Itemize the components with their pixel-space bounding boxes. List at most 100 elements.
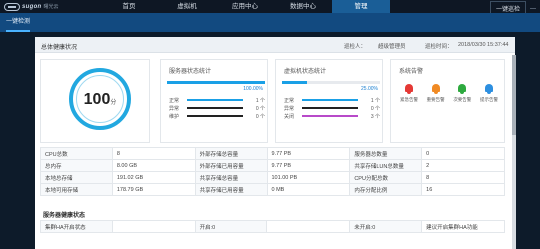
- nav-item-vm[interactable]: 虚拟机: [158, 0, 216, 13]
- host-status-bar-fill: [167, 81, 265, 84]
- inspector-label: 巡检人：: [344, 44, 367, 50]
- inspector-value: 超级管理员: [378, 44, 406, 50]
- table-value: 191.02 GB: [111, 171, 196, 184]
- vm-status-value: 1 个: [370, 97, 380, 104]
- alarm-label: 重要告警: [426, 97, 445, 102]
- table-key: 共享存储总容量: [194, 171, 268, 184]
- top-nav-bar: sugon 曙光云 首页 虚拟机 应用中心 数据中心 管理 一键巡检 —: [0, 0, 540, 16]
- alarm-major[interactable]: 重要告警: [424, 82, 448, 103]
- vm-status-bar-fill: [282, 81, 307, 84]
- table-value: 16: [421, 183, 505, 196]
- vm-status-label: 正常: [284, 97, 295, 104]
- health-score-gauge: 100分: [69, 68, 131, 130]
- table-row: 本地总存储 191.02 GB 共享存储总容量 101.00 PB CPU分配总…: [40, 171, 505, 184]
- vm-status-value: 0 个: [370, 105, 380, 112]
- table-key: 服务器总数量: [349, 147, 423, 160]
- table-row: 总内存 8.00 GB 外部存储已用容量 9.77 PB 共享存储LUN总数量 …: [40, 159, 505, 172]
- tab-one-click-check[interactable]: 一键检测: [6, 13, 31, 32]
- main-nav: 首页 虚拟机 应用中心 数据中心 管理: [100, 0, 390, 13]
- table-value: 9.77 PB: [266, 147, 351, 160]
- nav-item-app-center[interactable]: 应用中心: [216, 0, 274, 13]
- vm-status-label: 关闭: [284, 113, 295, 120]
- bell-icon: [405, 84, 413, 94]
- time-label: 巡检时间：: [425, 44, 453, 50]
- alarm-label: 提示告警: [479, 97, 498, 102]
- host-status-row: 维护 0 个: [169, 112, 265, 120]
- report-title: 总体健康状况: [41, 45, 78, 51]
- alarm-hint[interactable]: 提示告警: [477, 82, 501, 103]
- vm-status-line: [302, 107, 358, 109]
- table-value: 9.77 PB: [266, 159, 351, 172]
- table-value: 8.00 GB: [111, 159, 196, 172]
- host-status-row: 异常 0 个: [169, 104, 265, 112]
- vm-status-card: 虚拟机状态统计 25.00% 正常 1 个 异常 0 个 关闭 3 个: [275, 59, 383, 143]
- table-value: 178.79 GB: [111, 183, 196, 196]
- table-key: 本地可用存储: [40, 183, 113, 196]
- host-status-value: 0 个: [255, 113, 265, 120]
- table-key: 内存分配比例: [349, 183, 423, 196]
- table-value: 8: [111, 147, 196, 160]
- alarm-critical[interactable]: 紧急告警: [397, 82, 421, 103]
- nav-extra[interactable]: —: [530, 6, 536, 12]
- brand-logo: sugon 曙光云: [4, 2, 59, 11]
- time-value: 2018/03/30 15:37:44: [458, 42, 509, 48]
- table-key: 本地总存储: [40, 171, 113, 184]
- vm-status-percent: 25.00%: [361, 86, 378, 92]
- table-row: 集群HA开启状态 开启:0 未开启:0 建议开启集群HA功能: [40, 220, 505, 233]
- host-status-card: 服务器状态统计 100.00% 正常 1 个 异常 0 个 维护 0 个: [160, 59, 268, 143]
- table-key: CPU分配总数: [349, 171, 423, 184]
- sub-nav-bar: 一键检测: [0, 13, 540, 32]
- host-health-title: 服务器健康状态: [43, 213, 86, 219]
- content-scrollbar[interactable]: [512, 55, 516, 249]
- table-key: 开启:0: [194, 220, 268, 233]
- nav-item-home[interactable]: 首页: [100, 0, 158, 13]
- table-key: CPU总数: [40, 147, 113, 160]
- health-score: 100分: [73, 91, 127, 109]
- host-status-row: 正常 1 个: [169, 96, 265, 104]
- table-key: 共享存储已用容量: [194, 183, 268, 196]
- vm-status-row: 正常 1 个: [284, 96, 380, 104]
- scrollbar-thumb[interactable]: [512, 55, 516, 135]
- report-header: 总体健康状况 巡检人： 超级管理员 巡检时间： 2018/03/30 15:37…: [35, 37, 515, 53]
- nav-item-admin[interactable]: 管理: [332, 0, 390, 13]
- system-alarm-card: 系统告警 紧急告警 重要告警 次要告警 提示告警: [390, 59, 505, 143]
- health-score-unit: 分: [110, 100, 117, 106]
- nav-item-data-center[interactable]: 数据中心: [274, 0, 332, 13]
- host-status-bar: [167, 81, 265, 84]
- alarm-minor[interactable]: 次要告警: [450, 82, 474, 103]
- report-panel: 总体健康状况 巡检人： 超级管理员 巡检时间： 2018/03/30 15:37…: [35, 37, 515, 249]
- vm-status-bar: [282, 81, 380, 84]
- bell-icon: [431, 84, 440, 94]
- host-status-percent: 100.00%: [243, 86, 263, 92]
- table-value: [111, 220, 196, 233]
- alarm-list: 紧急告警 重要告警 次要告警 提示告警: [397, 82, 501, 103]
- table-row: 本地可用存储 178.79 GB 共享存储已用容量 0 MB 内存分配比例 16: [40, 183, 505, 196]
- health-score-card: 100分: [40, 59, 150, 143]
- vm-status-title: 虚拟机状态统计: [284, 69, 327, 75]
- table-key: 共享存储LUN总数量: [349, 159, 423, 172]
- table-key: 集群HA开启状态: [40, 220, 113, 233]
- table-key: 外部存储总容量: [194, 147, 268, 160]
- bell-icon: [484, 84, 493, 94]
- table-value: [266, 220, 351, 233]
- brand-name: sugon: [22, 3, 42, 10]
- table-key: 外部存储已用容量: [194, 159, 268, 172]
- host-status-rows: 正常 1 个 异常 0 个 维护 0 个: [169, 96, 265, 120]
- alarm-label: 紧急告警: [400, 97, 418, 102]
- table-value: 0 MB: [266, 183, 351, 196]
- table-key: 总内存: [40, 159, 113, 172]
- host-status-line: [187, 115, 243, 117]
- host-status-label: 正常: [169, 97, 180, 104]
- vm-status-row: 异常 0 个: [284, 104, 380, 112]
- host-status-line: [187, 99, 243, 101]
- host-status-value: 1 个: [255, 97, 265, 104]
- host-status-line: [187, 107, 243, 109]
- alarm-label: 次要告警: [453, 97, 472, 102]
- vm-status-rows: 正常 1 个 异常 0 个 关闭 3 个: [284, 96, 380, 120]
- logo-icon: [4, 2, 20, 11]
- table-value: 101.00 PB: [266, 171, 351, 184]
- health-score-value: 100: [83, 91, 111, 108]
- table-row: CPU总数 8 外部存储总容量 9.77 PB 服务器总数量 0: [40, 147, 505, 160]
- host-status-label: 维护: [169, 113, 180, 120]
- table-value: 0: [421, 147, 505, 160]
